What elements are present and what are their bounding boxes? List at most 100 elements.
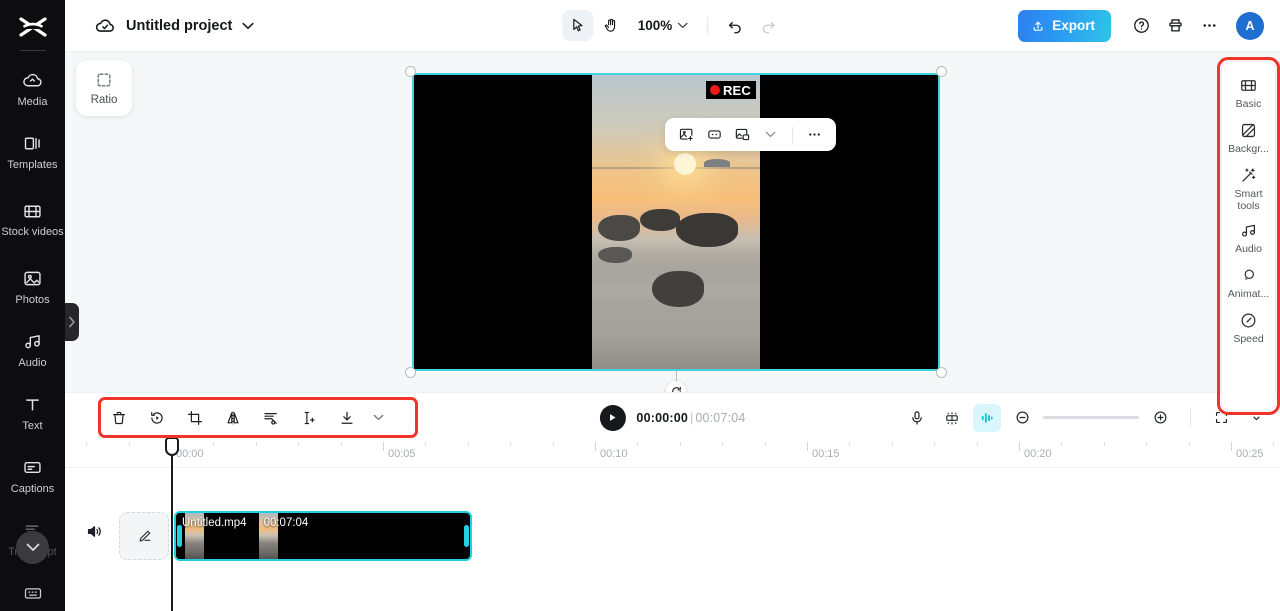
resize-handle-top-right[interactable] <box>936 66 947 77</box>
rock-shape <box>676 213 738 247</box>
ruler-tick <box>128 442 130 446</box>
zoom-in-button[interactable] <box>1146 404 1174 432</box>
chevron-right-icon <box>68 316 76 328</box>
sidebar-item-captions[interactable]: Captions <box>0 444 65 507</box>
timeline-toolbar: 00:00:00 | 00:07:04 <box>65 392 1280 442</box>
ruler-tick <box>934 442 936 446</box>
ruler-tick-major <box>807 442 808 451</box>
right-panel-item-label: Basic <box>1235 98 1262 110</box>
chevron-down-icon <box>677 22 688 29</box>
playhead-knob[interactable] <box>165 437 179 456</box>
capcut-logo-icon[interactable] <box>16 14 50 40</box>
snap-button[interactable] <box>938 404 966 432</box>
image-icon <box>22 268 44 290</box>
sidebar-item-text[interactable]: Text <box>0 381 65 444</box>
track-mute-button[interactable] <box>80 517 108 545</box>
ruler-tick <box>86 442 88 446</box>
right-panel-item-background[interactable]: Backgr... <box>1222 116 1275 161</box>
current-time: 00:00:00 <box>636 410 689 425</box>
right-panel-item-label: Animat... <box>1227 288 1270 300</box>
playback-controls: 00:00:00 | 00:07:04 <box>599 404 746 431</box>
export-button[interactable]: Export <box>1018 9 1111 42</box>
ruler-tick <box>1146 442 1148 446</box>
keyboard-shortcuts-button[interactable] <box>0 575 65 611</box>
sidebar-item-stock-videos[interactable]: Stock videos <box>0 183 65 255</box>
overlay-button[interactable] <box>730 122 755 147</box>
dashed-square-icon <box>94 70 114 90</box>
adjust-button[interactable] <box>702 122 727 147</box>
animation-circles-icon <box>1239 266 1258 285</box>
resize-handle-bottom-left[interactable] <box>405 367 416 378</box>
sidebar-expand-more-button[interactable] <box>16 531 49 564</box>
rock-shape <box>598 215 640 241</box>
resize-handle-bottom-right[interactable] <box>936 367 947 378</box>
cursor-tool-button[interactable] <box>561 10 593 41</box>
chevron-down-icon[interactable] <box>242 22 254 30</box>
sidebar-item-templates[interactable]: Templates <box>0 120 65 183</box>
download-button[interactable] <box>333 404 361 432</box>
overlay-dropdown[interactable] <box>758 122 783 147</box>
avatar[interactable]: A <box>1236 11 1264 40</box>
music-note-icon <box>1239 221 1258 240</box>
ruler-tick <box>510 442 512 446</box>
clip-trim-handle-left[interactable] <box>177 525 182 547</box>
undo-button[interactable] <box>719 10 750 41</box>
crop-button[interactable] <box>181 404 209 432</box>
right-panel-item-smart-tools[interactable]: Smart tools <box>1222 161 1275 216</box>
ruler-tick <box>849 442 851 446</box>
time-separator: | <box>690 410 694 425</box>
right-panel-item-basic[interactable]: Basic <box>1222 71 1275 116</box>
ruler-tick-major <box>595 442 596 451</box>
rock-shape <box>652 271 704 307</box>
voiceover-button[interactable] <box>903 404 931 432</box>
text-t-icon <box>22 394 44 416</box>
right-panel-item-animation[interactable]: Animat... <box>1222 261 1275 306</box>
clip-trim-handle-right[interactable] <box>464 525 469 547</box>
clip-thumbnail <box>359 513 396 559</box>
split-button[interactable] <box>257 404 285 432</box>
rec-badge: REC <box>705 81 756 99</box>
add-edit-track-button[interactable] <box>119 512 169 560</box>
sidebar-item-media[interactable]: Media <box>0 57 65 120</box>
sidebar-item-photos[interactable]: Photos <box>0 255 65 318</box>
float-toolbar-divider <box>792 126 793 143</box>
zoom-slider[interactable] <box>1043 416 1139 419</box>
timeline-ruler[interactable]: 00:00 00:05 00:10 00:15 00:20 00:25 <box>65 442 1280 468</box>
play-button[interactable] <box>599 404 626 431</box>
right-panel-item-audio[interactable]: Audio <box>1222 216 1275 261</box>
ruler-tick <box>722 442 724 446</box>
audio-wave-button[interactable] <box>973 403 1001 432</box>
zoom-level-dropdown[interactable]: 100% <box>628 11 697 41</box>
ratio-button[interactable]: Ratio <box>76 60 132 116</box>
sidebar-item-audio[interactable]: Audio <box>0 318 65 381</box>
resize-handle-top-left[interactable] <box>405 66 416 77</box>
ruler-tick-major <box>1019 442 1020 451</box>
ruler-tick <box>1103 442 1105 446</box>
hand-tool-button[interactable] <box>595 10 626 41</box>
ruler-tick <box>340 442 342 446</box>
redo-button[interactable] <box>752 10 783 41</box>
download-dropdown[interactable] <box>371 404 385 432</box>
ruler-label: 00:10 <box>600 448 628 460</box>
replace-media-button[interactable] <box>674 122 699 147</box>
pencil-edit-icon <box>136 528 153 545</box>
sidebar-collapse-toggle[interactable] <box>65 303 79 341</box>
ruler-tick <box>467 442 469 446</box>
sidebar-item-label: Photos <box>15 293 50 306</box>
total-time: 00:07:04 <box>695 410 746 425</box>
right-panel-item-label: Backgr... <box>1228 143 1269 155</box>
help-button[interactable] <box>1126 11 1156 41</box>
timeline-clip[interactable]: Untitled.mp4 00:07:04 <box>174 511 472 561</box>
sidebar-item-label: Media <box>17 95 48 108</box>
more-options-button[interactable] <box>802 122 827 147</box>
project-title-group[interactable]: Untitled project <box>94 15 254 37</box>
print-button[interactable] <box>1160 11 1190 41</box>
right-panel-item-speed[interactable]: Speed <box>1222 306 1275 351</box>
left-sidebar: Media Templates Stock videos Photos Audi… <box>0 0 65 611</box>
freeze-button[interactable] <box>295 404 323 432</box>
mirror-button[interactable] <box>219 404 247 432</box>
rotate-button[interactable] <box>143 404 171 432</box>
delete-button[interactable] <box>105 404 133 432</box>
more-menu-button[interactable] <box>1194 11 1224 41</box>
zoom-out-button[interactable] <box>1008 404 1036 432</box>
